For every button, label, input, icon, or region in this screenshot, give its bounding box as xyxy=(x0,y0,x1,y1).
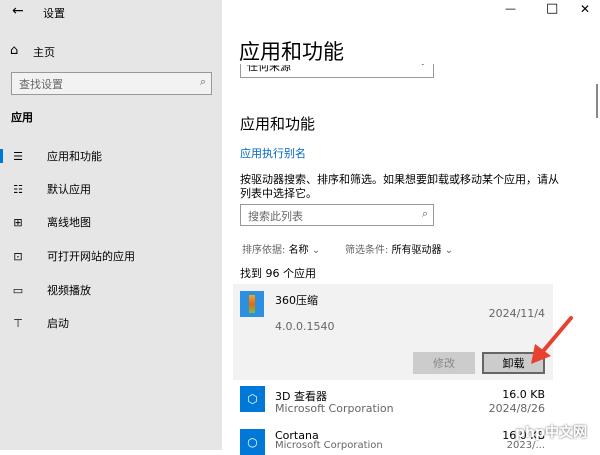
sidebar-item-label: 离线地图 xyxy=(47,216,91,229)
minimize-button[interactable]: — xyxy=(505,2,516,15)
watermark: php中文网 xyxy=(515,425,588,441)
sidebar-item-1[interactable]: ☷ 默认应用 xyxy=(0,174,222,204)
app-alias-link[interactable]: 应用执行别名 xyxy=(240,145,306,161)
app-item[interactable]: ⬡ 3D 查看器 Microsoft Corporation 16.0 KB 2… xyxy=(233,384,553,424)
description: 按驱动器搜索、排序和筛选。如果想要卸载或移动某个应用，请从列表中选择它。 xyxy=(240,173,559,200)
filter-label: 筛选条件: xyxy=(345,245,389,256)
sidebar-item-label: 视频播放 xyxy=(47,284,91,297)
red-arrow-annotation xyxy=(531,316,573,364)
filter-value: 所有驱动器 xyxy=(391,245,442,256)
filter-dropdown[interactable]: 筛选条件: 所有驱动器 ⌄ xyxy=(345,241,453,256)
cube-icon: ⬡ xyxy=(240,386,265,412)
scrollbar[interactable] xyxy=(596,84,598,118)
app-publisher: Microsoft Corporation xyxy=(275,440,383,451)
app-search-input[interactable]: 搜索此列表 ⌕ xyxy=(240,204,434,226)
modify-button[interactable]: 修改 xyxy=(413,352,475,374)
startup-icon: ⊤ xyxy=(13,316,23,330)
window-title: 设置 xyxy=(43,7,65,20)
sidebar-item-label: 启动 xyxy=(47,317,69,330)
app-publisher: Microsoft Corporation xyxy=(275,402,394,415)
back-arrow-icon[interactable]: ← xyxy=(12,3,24,19)
sidebar-home[interactable]: 主页 xyxy=(33,44,55,60)
default-apps-icon: ☷ xyxy=(13,182,23,196)
app-item-selected[interactable]: 360压缩 2024/11/4 4.0.0.1540 修改 卸载 xyxy=(233,284,553,380)
maximize-button[interactable]: □ xyxy=(546,1,558,16)
sort-dropdown[interactable]: 排序依据: 名称 ⌄ xyxy=(242,241,320,256)
search-icon: ⌕ xyxy=(421,207,428,220)
sidebar-item-5[interactable]: ⊤ 启动 xyxy=(0,308,222,338)
search-placeholder: 搜索此列表 xyxy=(248,210,303,223)
cortana-icon: ○ xyxy=(240,429,265,455)
list-icon: ☰ xyxy=(13,149,23,163)
open-web-icon: ⊡ xyxy=(13,249,23,263)
app-size: 16.0 KB xyxy=(502,388,545,401)
active-indicator xyxy=(0,149,3,163)
sort-label: 排序依据: xyxy=(242,245,286,256)
sidebar-item-label: 应用和功能 xyxy=(47,150,102,163)
sidebar-item-label: 可打开网站的应用 xyxy=(47,250,135,263)
archive-app-icon xyxy=(240,291,264,317)
home-icon: ⌂ xyxy=(10,43,19,58)
sidebar: ← 设置 ⌂ 主页 查找设置 ⌕ 应用 ☰ 应用和功能 ☷ 默认应用 ⊞ 离线地图 ⊡ 可打开… xyxy=(0,0,222,450)
subheading: 应用和功能 xyxy=(240,115,316,133)
sort-value: 名称 xyxy=(288,245,309,256)
sidebar-item-label: 默认应用 xyxy=(47,183,91,196)
found-count: 找到 96 个应用 xyxy=(240,267,316,280)
settings-search-input[interactable]: 查找设置 ⌕ xyxy=(11,72,212,95)
sidebar-item-3[interactable]: ⊡ 可打开网站的应用 xyxy=(0,241,222,271)
app-date: 2024/8/26 xyxy=(488,402,545,415)
section-heading: 应用 xyxy=(11,111,33,124)
app-version: 4.0.0.1540 xyxy=(275,320,335,333)
app-item[interactable]: ○ Cortana Microsoft Corporation 16.0 KB … xyxy=(233,427,553,455)
app-name: 360压缩 xyxy=(275,294,318,307)
search-placeholder: 查找设置 xyxy=(19,78,63,91)
chevron-down-icon: ⌄ xyxy=(311,245,321,256)
close-button[interactable]: ✕ xyxy=(580,2,590,16)
page-title: 应用和功能 xyxy=(239,40,344,64)
video-icon: ▭ xyxy=(12,283,24,297)
map-icon: ⊞ xyxy=(13,215,23,229)
sidebar-item-0[interactable]: ☰ 应用和功能 xyxy=(0,141,222,171)
chevron-down-icon: ⌄ xyxy=(444,245,454,256)
sidebar-item-4[interactable]: ▭ 视频播放 xyxy=(0,275,222,305)
sidebar-item-2[interactable]: ⊞ 离线地图 xyxy=(0,207,222,237)
search-icon: ⌕ xyxy=(199,75,206,88)
